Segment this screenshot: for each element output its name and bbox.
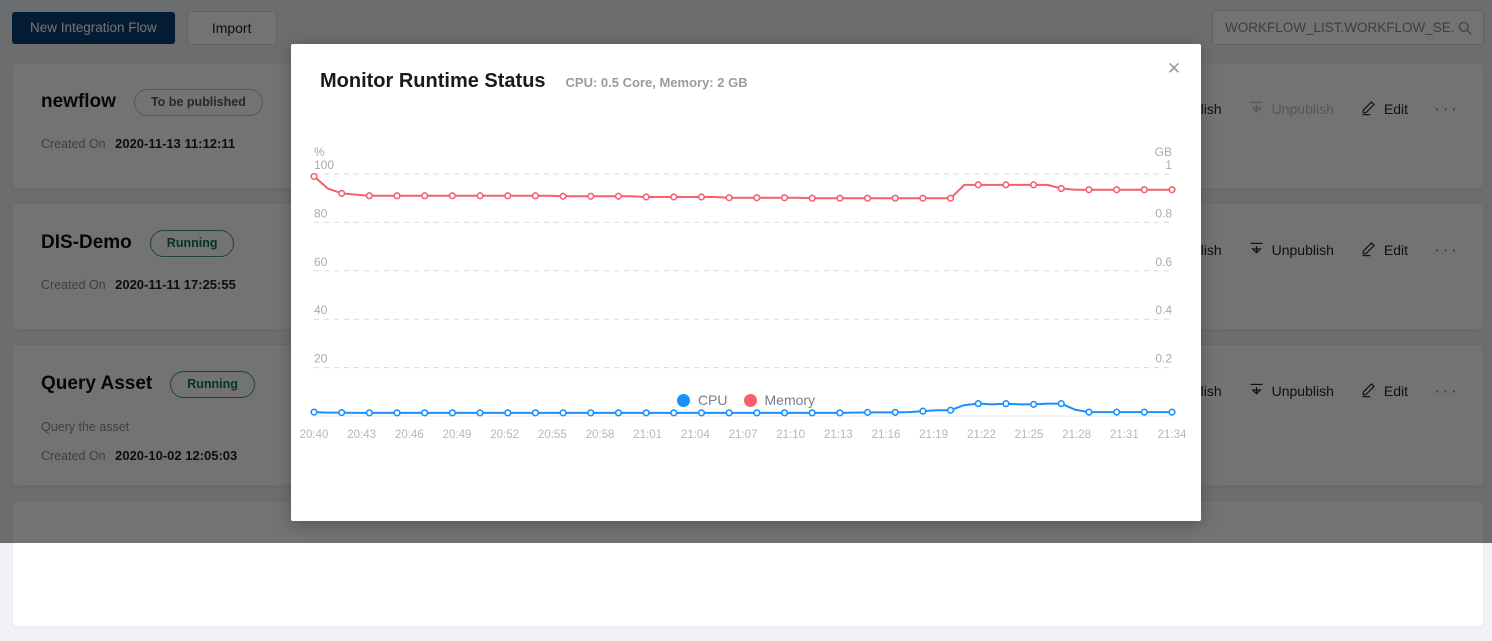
runtime-chart-svg: % GB 100 1 80 0.8 60 0.6 40 0.4 20 0.2 20:40 20:43 20:… <box>291 140 1201 470</box>
svg-text:21:22: 21:22 <box>967 429 996 441</box>
svg-text:21:19: 21:19 <box>919 429 948 441</box>
dialog-title: Monitor Runtime Status <box>320 70 546 93</box>
svg-text:20:55: 20:55 <box>538 429 567 441</box>
svg-text:21:10: 21:10 <box>776 429 805 441</box>
legend-item-cpu[interactable]: CPU <box>677 392 728 408</box>
svg-text:20:52: 20:52 <box>490 429 519 441</box>
svg-text:21:04: 21:04 <box>681 429 710 441</box>
memory-color-dot <box>744 394 757 407</box>
legend-label-memory: Memory <box>765 392 816 408</box>
svg-text:0.8: 0.8 <box>1155 206 1172 220</box>
svg-text:80: 80 <box>314 206 328 220</box>
svg-text:21:25: 21:25 <box>1015 429 1044 441</box>
svg-text:0.6: 0.6 <box>1155 255 1172 269</box>
svg-text:0.4: 0.4 <box>1155 303 1172 317</box>
dialog-subtitle: CPU: 0.5 Core, Memory: 2 GB <box>566 75 748 90</box>
svg-text:21:01: 21:01 <box>633 429 662 441</box>
svg-text:20:40: 20:40 <box>300 429 329 441</box>
monitor-runtime-status-dialog: ✕ Monitor Runtime Status CPU: 0.5 Core, … <box>291 44 1201 521</box>
svg-text:21:34: 21:34 <box>1158 429 1187 441</box>
svg-text:60: 60 <box>314 255 328 269</box>
svg-text:21:13: 21:13 <box>824 429 853 441</box>
cpu-color-dot <box>677 394 690 407</box>
svg-text:20:58: 20:58 <box>586 429 615 441</box>
svg-text:40: 40 <box>314 303 328 317</box>
svg-text:20: 20 <box>314 352 328 366</box>
svg-text:0.2: 0.2 <box>1155 352 1172 366</box>
svg-text:21:31: 21:31 <box>1110 429 1139 441</box>
svg-text:21:16: 21:16 <box>872 429 901 441</box>
dialog-header: Monitor Runtime Status CPU: 0.5 Core, Me… <box>320 70 748 93</box>
runtime-chart: % GB 100 1 80 0.8 60 0.6 40 0.4 20 0.2 20:40 20:43 20:… <box>291 140 1201 470</box>
svg-text:21:07: 21:07 <box>729 429 758 441</box>
svg-text:GB: GB <box>1155 145 1172 159</box>
legend-label-cpu: CPU <box>698 392 728 408</box>
svg-text:21:28: 21:28 <box>1062 429 1091 441</box>
svg-text:100: 100 <box>314 158 334 172</box>
svg-text:20:43: 20:43 <box>347 429 376 441</box>
legend-item-memory[interactable]: Memory <box>744 392 816 408</box>
close-icon[interactable]: ✕ <box>1163 58 1185 80</box>
svg-text:%: % <box>314 145 325 159</box>
svg-text:20:46: 20:46 <box>395 429 424 441</box>
chart-legend: CPU Memory <box>291 392 1201 408</box>
svg-text:20:49: 20:49 <box>443 429 472 441</box>
svg-text:1: 1 <box>1165 158 1172 172</box>
